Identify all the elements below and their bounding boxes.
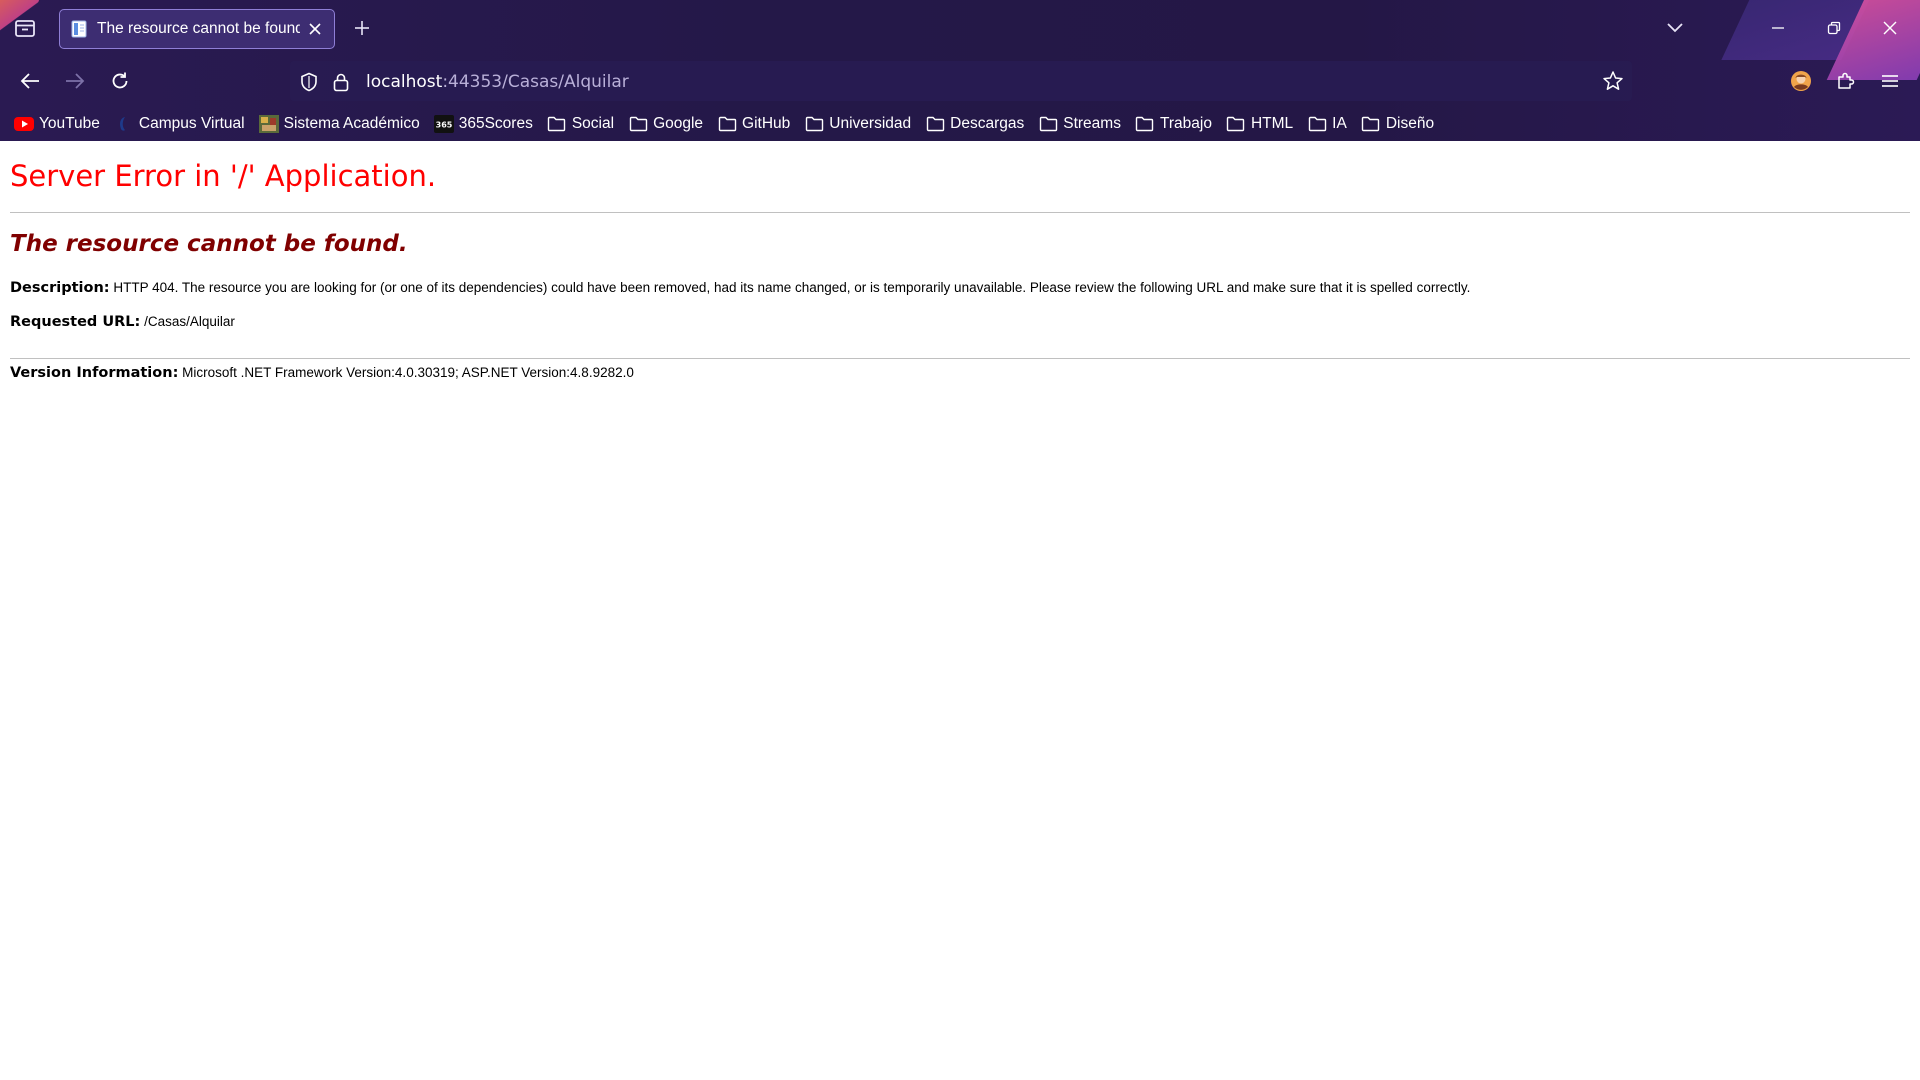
- folder-icon: [1361, 115, 1381, 133]
- folder-icon: [628, 115, 648, 133]
- folder-icon: [1038, 115, 1058, 133]
- bookmark-label: Sistema Académico: [283, 115, 420, 132]
- bookmark-label: Streams: [1063, 115, 1121, 132]
- tab-title: The resource cannot be found.: [97, 20, 300, 37]
- bookmark-label: GitHub: [742, 115, 791, 132]
- requested-url-label: Requested URL:: [10, 314, 141, 330]
- folder-icon: [925, 115, 945, 133]
- bookmark-label: Universidad: [829, 115, 912, 132]
- star-icon: [1603, 71, 1623, 90]
- bookmark-campus-virtual[interactable]: Campus Virtual: [114, 110, 245, 138]
- bookmark-folder-html[interactable]: HTML: [1226, 110, 1293, 138]
- lock-icon[interactable]: [330, 71, 352, 93]
- divider: [10, 358, 1910, 359]
- bookmark-label: IA: [1332, 115, 1347, 132]
- url-host: localhost: [366, 72, 443, 92]
- page-icon: [70, 20, 88, 38]
- reload-button[interactable]: [105, 66, 135, 96]
- url-path: :44353/Casas/Alquilar: [442, 72, 629, 92]
- new-tab-button[interactable]: [349, 15, 375, 41]
- hamburger-menu-icon: [1882, 75, 1898, 87]
- avatar-icon: [1791, 71, 1811, 91]
- version-information: Version Information: Microsoft .NET Fram…: [10, 365, 634, 381]
- bookmark-folder-universidad[interactable]: Universidad: [804, 110, 911, 138]
- folder-icon: [717, 115, 737, 133]
- back-button[interactable]: [15, 66, 45, 96]
- tracking-protection-shield-icon[interactable]: [298, 71, 320, 93]
- version-label: Version Information:: [10, 365, 179, 381]
- list-all-tabs-button[interactable]: [1663, 17, 1687, 39]
- firefox-view-button[interactable]: [10, 14, 40, 42]
- error-subtitle: The resource cannot be found.: [10, 231, 408, 257]
- extensions-button[interactable]: [1831, 66, 1861, 96]
- bookmark-365scores[interactable]: 365 365Scores: [433, 110, 533, 138]
- bookmark-label: Campus Virtual: [138, 115, 245, 132]
- firefox-view-icon: [15, 20, 35, 37]
- puzzle-icon: [1838, 72, 1855, 89]
- forward-button[interactable]: [60, 66, 90, 96]
- address-bar[interactable]: localhost:44353/Casas/Alquilar: [290, 61, 1632, 101]
- divider: [10, 212, 1910, 213]
- bookmark-folder-diseno[interactable]: Diseño: [1361, 110, 1434, 138]
- chevron-down-icon: [1667, 23, 1683, 33]
- active-tab[interactable]: The resource cannot be found.: [59, 9, 335, 49]
- bookmarks-toolbar: YouTube Campus Virtual Sistema Académico…: [0, 109, 1920, 139]
- back-arrow-icon: [20, 73, 39, 89]
- error-title: Server Error in '/' Application.: [10, 159, 437, 193]
- bookmark-label: Google: [653, 115, 704, 132]
- 365scores-icon: 365: [433, 115, 454, 133]
- description-label: Description:: [10, 280, 110, 296]
- bookmark-label: Diseño: [1385, 115, 1435, 132]
- youtube-icon: [14, 115, 34, 133]
- bookmark-label: Trabajo: [1159, 115, 1212, 132]
- close-window-button[interactable]: [1870, 10, 1910, 46]
- application-menu-button[interactable]: [1875, 66, 1905, 96]
- version-text: Microsoft .NET Framework Version:4.0.303…: [178, 365, 634, 380]
- navigation-toolbar: localhost:44353/Casas/Alquilar: [0, 56, 1920, 106]
- bookmark-folder-google[interactable]: Google: [628, 110, 703, 138]
- bookmark-folder-social[interactable]: Social: [547, 110, 614, 138]
- bookmark-folder-descargas[interactable]: Descargas: [925, 110, 1024, 138]
- close-icon: [1883, 21, 1897, 35]
- folder-icon: [1307, 115, 1327, 133]
- bookmark-label: Social: [571, 115, 615, 132]
- campus-virtual-icon: [114, 115, 134, 133]
- bookmark-star-button[interactable]: [1600, 68, 1626, 94]
- bookmark-folder-streams[interactable]: Streams: [1038, 110, 1121, 138]
- folder-icon: [804, 115, 824, 133]
- requested-url: Requested URL: /Casas/Alquilar: [10, 314, 235, 330]
- restore-icon: [1827, 21, 1841, 35]
- bookmark-folder-trabajo[interactable]: Trabajo: [1135, 110, 1212, 138]
- plus-icon: [355, 21, 369, 35]
- account-button[interactable]: [1786, 66, 1816, 96]
- bookmark-sistema-academico[interactable]: Sistema Académico: [258, 110, 420, 138]
- url-text[interactable]: localhost:44353/Casas/Alquilar: [366, 72, 629, 92]
- minimize-button[interactable]: [1758, 10, 1798, 46]
- bookmark-youtube[interactable]: YouTube: [14, 110, 100, 138]
- bookmark-label: YouTube: [39, 115, 100, 132]
- close-tab-icon[interactable]: [306, 20, 324, 38]
- requested-url-text: /Casas/Alquilar: [140, 314, 235, 329]
- minimize-icon: [1772, 27, 1784, 29]
- bookmark-label: 365Scores: [458, 115, 533, 132]
- folder-icon: [1135, 115, 1155, 133]
- tab-strip: The resource cannot be found.: [0, 0, 1920, 56]
- error-description: Description: HTTP 404. The resource you …: [10, 280, 1470, 296]
- sistema-academico-icon: [258, 115, 279, 133]
- page-content: Server Error in '/' Application. The res…: [0, 141, 1920, 1080]
- restore-button[interactable]: [1814, 10, 1854, 46]
- folder-icon: [1226, 115, 1246, 133]
- reload-icon: [112, 72, 128, 89]
- forward-arrow-icon: [66, 73, 85, 89]
- bookmark-label: HTML: [1250, 115, 1294, 132]
- folder-icon: [547, 115, 567, 133]
- svg-text:365: 365: [435, 121, 452, 130]
- description-text: HTTP 404. The resource you are looking f…: [109, 280, 1471, 295]
- browser-chrome: The resource cannot be found. localhost:…: [0, 0, 1920, 141]
- bookmark-folder-ia[interactable]: IA: [1307, 110, 1347, 138]
- bookmark-label: Descargas: [950, 115, 1025, 132]
- bookmark-folder-github[interactable]: GitHub: [717, 110, 790, 138]
